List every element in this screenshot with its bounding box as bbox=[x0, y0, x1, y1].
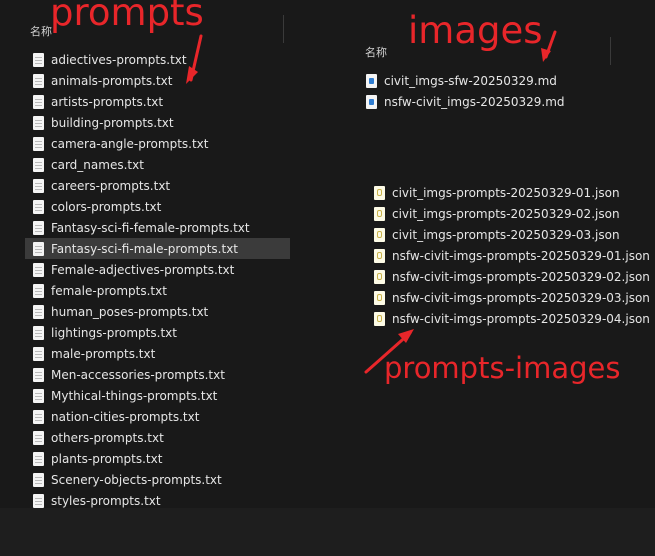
annotation-arrows bbox=[186, 30, 557, 374]
arrowhead-prompts bbox=[186, 66, 198, 84]
